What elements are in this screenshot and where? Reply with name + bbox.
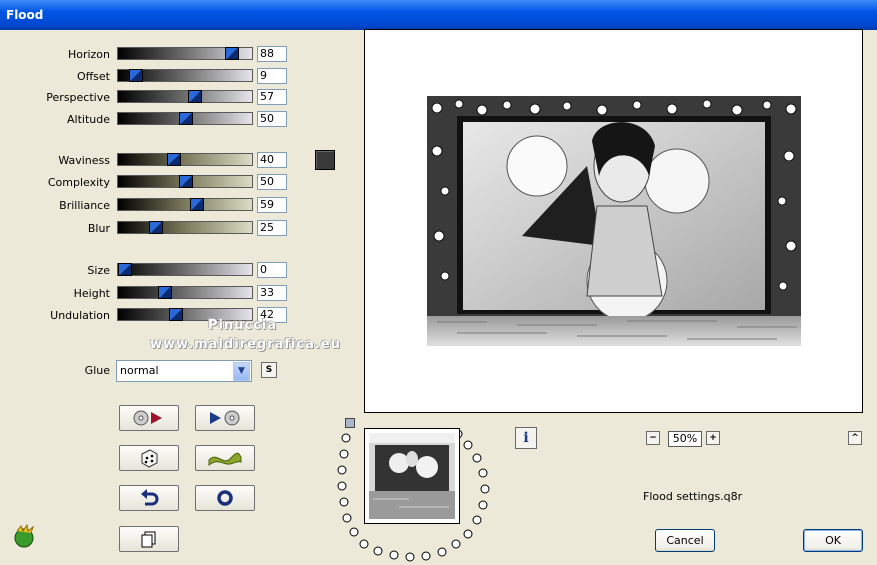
- slider-thumb[interactable]: [128, 69, 143, 82]
- slider-thumb[interactable]: [179, 112, 193, 125]
- slider-thumb[interactable]: [148, 221, 163, 234]
- waviness-value[interactable]: 40: [257, 152, 287, 168]
- dice-icon: [141, 449, 158, 468]
- status-text: Flood settings.q8r: [643, 490, 743, 503]
- chevron-down-icon[interactable]: ▼: [233, 362, 250, 381]
- height-slider[interactable]: [117, 286, 253, 299]
- param-label: Horizon: [67, 48, 110, 61]
- param-label: Offset: [76, 70, 110, 83]
- slider-thumb[interactable]: [187, 90, 202, 103]
- wave-icon: [208, 452, 242, 466]
- preview-panel[interactable]: [364, 29, 863, 413]
- complexity-value[interactable]: 50: [257, 174, 287, 190]
- arrow-disc-icon: [210, 410, 240, 426]
- brilliance-value[interactable]: 59: [257, 197, 287, 213]
- load-preset-button[interactable]: [119, 405, 179, 431]
- slider-thumb[interactable]: [189, 198, 204, 211]
- offset-value[interactable]: 9: [257, 68, 287, 84]
- perspective-value[interactable]: 57: [257, 89, 287, 105]
- wave-button[interactable]: [195, 445, 255, 471]
- slider-thumb[interactable]: [179, 175, 193, 188]
- random-button[interactable]: [119, 445, 179, 471]
- copy-icon: [141, 531, 156, 548]
- blur-value[interactable]: 25: [257, 220, 287, 236]
- offset-slider[interactable]: [117, 69, 253, 82]
- blur-slider[interactable]: [117, 221, 253, 234]
- logo-icon: [12, 523, 36, 548]
- zoom-level[interactable]: 50%: [668, 431, 702, 447]
- param-label: Complexity: [47, 176, 110, 189]
- horizon-value[interactable]: 88: [257, 46, 287, 62]
- navigator-thumbnail: [369, 433, 455, 519]
- size-slider[interactable]: [117, 263, 253, 276]
- slider-thumb[interactable]: [225, 47, 240, 60]
- glue-label: Glue: [84, 364, 110, 377]
- reset-button[interactable]: [119, 485, 179, 511]
- param-label: Undulation: [50, 309, 110, 322]
- navigator-frame[interactable]: [364, 428, 460, 524]
- save-preset-button[interactable]: [195, 405, 255, 431]
- size-value[interactable]: 0: [257, 262, 287, 278]
- altitude-slider[interactable]: [117, 112, 253, 125]
- preview-artwork: [427, 96, 801, 346]
- complexity-slider[interactable]: [117, 175, 253, 188]
- zoom-in-button[interactable]: +: [706, 431, 720, 445]
- brilliance-slider[interactable]: [117, 198, 253, 211]
- cancel-button[interactable]: Cancel: [655, 529, 715, 552]
- watermark-name: Pinuccia: [208, 318, 278, 333]
- ring-icon: [217, 490, 233, 506]
- glue-select[interactable]: normal ▼: [116, 360, 252, 382]
- slider-thumb[interactable]: [169, 308, 184, 321]
- title-bar: Flood: [0, 0, 877, 30]
- watermark-url: www.maldiregrafica.eu: [150, 337, 341, 352]
- glue-options-button[interactable]: S: [261, 362, 277, 378]
- window-title: Flood: [6, 8, 44, 22]
- param-label: Height: [73, 287, 110, 300]
- perspective-slider[interactable]: [117, 90, 253, 103]
- param-label: Altitude: [67, 113, 110, 126]
- slider-thumb[interactable]: [166, 153, 181, 166]
- ok-button[interactable]: OK: [803, 529, 863, 552]
- info-icon: i: [523, 430, 529, 446]
- param-label: Perspective: [46, 91, 110, 104]
- copy-button[interactable]: [119, 526, 179, 552]
- info-button[interactable]: i: [515, 427, 537, 449]
- collapse-button[interactable]: ^: [848, 431, 862, 445]
- param-label: Size: [87, 264, 110, 277]
- param-label: Brilliance: [59, 199, 110, 212]
- preview-image: [427, 96, 801, 346]
- disc-arrow-icon: [133, 410, 162, 426]
- slider-thumb[interactable]: [118, 263, 132, 276]
- slider-thumb[interactable]: [158, 286, 173, 299]
- waviness-slider[interactable]: [117, 153, 253, 166]
- height-value[interactable]: 33: [257, 285, 287, 301]
- ring-button[interactable]: [195, 485, 255, 511]
- color-swatch[interactable]: [315, 150, 335, 170]
- param-label: Blur: [87, 222, 110, 235]
- glue-value: normal: [120, 364, 159, 377]
- undo-icon: [141, 489, 159, 506]
- horizon-slider[interactable]: [117, 47, 253, 60]
- zoom-out-button[interactable]: −: [646, 431, 660, 445]
- param-label: Waviness: [58, 154, 110, 167]
- altitude-value[interactable]: 50: [257, 111, 287, 127]
